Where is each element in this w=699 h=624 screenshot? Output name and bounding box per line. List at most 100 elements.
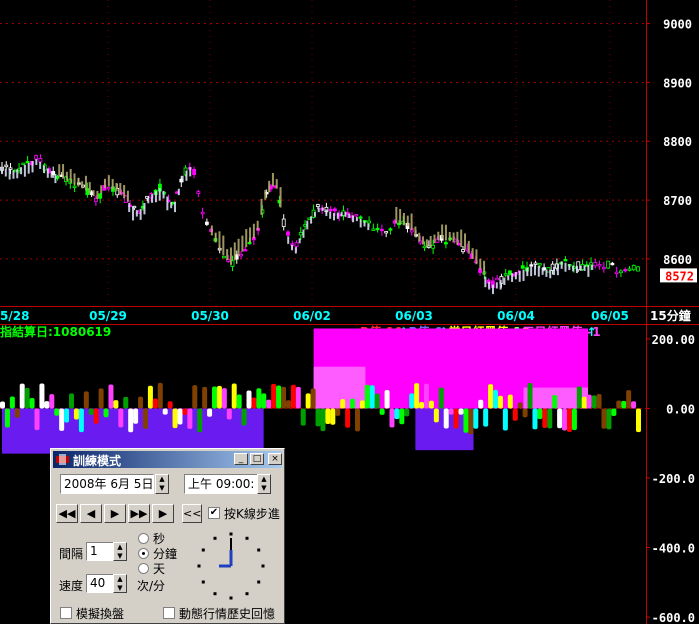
indicator-bar: [177, 408, 183, 425]
training-mode-dialog[interactable]: 訓練模式 _ □ × 2008年 6月 5日 ▲ ▼ 上午 09:00: ▲ ▼ ◀…: [50, 448, 285, 624]
clock-tick: [201, 580, 205, 584]
candle-body: [461, 249, 465, 253]
candle-body: [503, 273, 508, 276]
indicator-bar: [606, 408, 612, 430]
indicator-bar: [409, 393, 415, 409]
indicator-bar: [616, 400, 622, 409]
indicator-bar: [152, 398, 158, 409]
clock-tick: [229, 596, 233, 600]
minimize-button[interactable]: _: [234, 453, 248, 465]
indicator-bar: [596, 393, 602, 409]
indicator-bar: [364, 384, 370, 409]
indicator-bar: [207, 408, 213, 417]
indicator-bar: [631, 401, 637, 409]
indicator-bar: [9, 396, 15, 409]
indicator-bar: [123, 396, 129, 409]
indicator-bar: [221, 388, 227, 409]
indicator-bar: [621, 400, 627, 409]
indicator-bar: [108, 384, 114, 409]
date-field[interactable]: 2008年 6月 5日: [60, 474, 154, 494]
indicator-bar: [64, 408, 70, 423]
close-button[interactable]: ×: [268, 453, 282, 465]
indicator-bar: [167, 401, 173, 409]
indicator-bar: [507, 394, 513, 409]
clock-tick: [261, 564, 265, 568]
step-forward-button[interactable]: ▶: [152, 504, 174, 523]
price-tick-label: 8600: [663, 253, 692, 267]
indicator-bar: [493, 389, 499, 409]
indicator-bar: [315, 408, 321, 427]
indicator-bar: [197, 408, 203, 433]
time-tick-label: 06/03: [395, 309, 433, 323]
settlement-label: 指結算日:1080619: [0, 324, 111, 339]
indicator-bar: [261, 393, 267, 409]
candle-body: [623, 269, 628, 272]
price-tick-label: 8700: [663, 194, 692, 208]
speed-spinner[interactable]: ▲ ▼: [113, 574, 127, 593]
unit-minute-radio[interactable]: [138, 548, 149, 559]
indicator-bar: [231, 383, 237, 409]
candle-body: [495, 277, 500, 281]
candle-body: [328, 208, 333, 212]
indicator-bar: [335, 408, 341, 416]
candle-body: [563, 259, 568, 262]
dialog-title: 訓練模式: [73, 454, 122, 468]
interval-input[interactable]: 1: [86, 542, 114, 561]
candle-body: [606, 260, 611, 269]
indicator-bar: [73, 408, 79, 420]
time-field[interactable]: 上午 09:00:: [184, 474, 260, 494]
indicator-bar: [54, 408, 60, 416]
indicator-tick-label: -200.0: [652, 472, 695, 486]
rewind-button[interactable]: ◀◀: [56, 504, 78, 523]
indicator-tick-label: 0.00: [666, 402, 695, 416]
unit-day-radio[interactable]: [138, 563, 149, 574]
fast-forward-button[interactable]: ▶▶: [128, 504, 150, 523]
app-icon: [56, 454, 69, 465]
maximize-button[interactable]: □: [250, 453, 264, 465]
indicator-bar: [384, 389, 390, 409]
candle-body: [243, 249, 248, 252]
current-price-label: 8572: [665, 269, 694, 283]
clock-tick: [201, 548, 205, 552]
indicator-bar: [473, 408, 479, 429]
time-tick-label: 05/30: [191, 309, 229, 323]
indicator-bar: [113, 400, 119, 409]
simulate-checkbox[interactable]: [60, 607, 72, 619]
candle-body: [371, 228, 376, 231]
indicator-bar: [290, 384, 296, 409]
indicator-bar: [571, 408, 577, 431]
indicator-bar: [458, 408, 464, 415]
date-spinner[interactable]: ▲ ▼: [155, 474, 169, 494]
time-spinner[interactable]: ▲ ▼: [257, 474, 271, 494]
indicator-bar: [576, 386, 582, 409]
indicator-bar: [359, 400, 365, 409]
kline-step-checkbox[interactable]: ✔: [208, 507, 220, 519]
indicator-bar: [133, 408, 139, 424]
clock-tick: [245, 592, 249, 596]
dialog-titlebar[interactable]: 訓練模式 _ □ ×: [53, 451, 282, 468]
clock-tick: [213, 592, 217, 596]
indicator-bar: [310, 388, 316, 409]
candle-body: [315, 204, 320, 207]
indicator-bar: [419, 401, 425, 409]
indicator-bar: [438, 387, 444, 409]
period-label: 15分鐘: [650, 308, 691, 323]
indicator-bar: [24, 387, 30, 409]
indicator-bar: [44, 401, 50, 409]
interval-spinner[interactable]: ▲ ▼: [113, 542, 127, 561]
indicator-bar: [212, 386, 217, 409]
indicator-bar: [424, 383, 429, 409]
indicator-bar: [93, 408, 99, 424]
candle-body: [21, 162, 26, 166]
candle-body: [631, 264, 636, 271]
replay-checkbox[interactable]: [163, 607, 175, 619]
indicator-bar: [49, 394, 55, 409]
play-button[interactable]: ▶: [104, 504, 126, 523]
speed-input[interactable]: 40: [86, 574, 114, 593]
indicator-bar: [542, 408, 548, 428]
candle-body: [204, 221, 209, 225]
step-back-button[interactable]: ◀: [80, 504, 102, 523]
collapse-button[interactable]: <<: [182, 504, 202, 523]
indicator-bar: [246, 390, 252, 409]
unit-second-radio[interactable]: [138, 533, 149, 544]
